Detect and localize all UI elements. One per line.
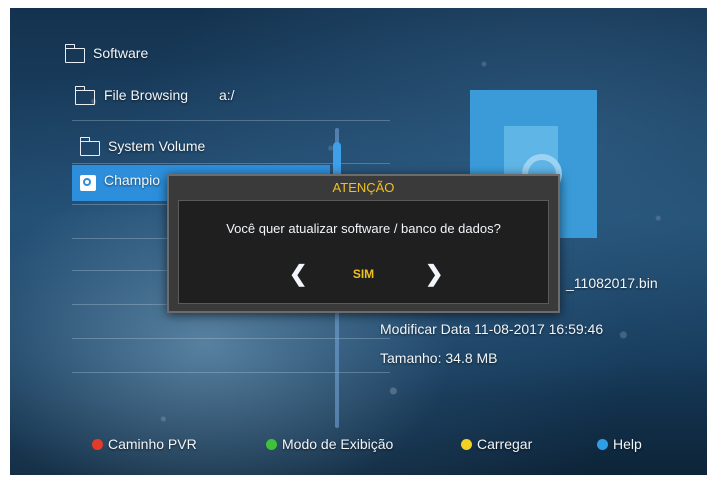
update-confirm-dialog: ATENÇÃO Você quer atualizar software / b…: [167, 174, 560, 313]
folder-icon: [79, 137, 100, 156]
folder-icon: [74, 86, 95, 105]
dialog-message: Você quer atualizar software / banco de …: [226, 221, 501, 236]
yellow-button-icon: [461, 439, 472, 450]
option-sim-button[interactable]: SIM: [179, 267, 548, 281]
footer-caminho-pvr[interactable]: Caminho PVR: [108, 436, 197, 452]
file-item-champio[interactable]: Champio: [104, 172, 160, 188]
size-label: Tamanho: [380, 350, 438, 366]
modified-value: 11-08-2017 16:59:46: [474, 321, 604, 337]
dialog-title: ATENÇÃO: [332, 180, 395, 195]
footer-modo-exibicao[interactable]: Modo de Exibição: [282, 436, 393, 452]
current-path: a:/: [219, 87, 235, 103]
file-name: _11082017.bin: [566, 275, 658, 291]
red-button-icon: [92, 439, 103, 450]
dialog-body: Você quer atualizar software / banco de …: [178, 200, 549, 304]
root-folder-label[interactable]: Software: [93, 45, 148, 61]
divider: [72, 163, 390, 164]
modified-label: Modificar Data: [380, 321, 471, 337]
disc-icon: [80, 175, 96, 191]
green-button-icon: [266, 439, 277, 450]
folder-icon: [64, 44, 85, 63]
divider: [72, 372, 390, 373]
current-folder-label: File Browsing: [104, 87, 189, 103]
divider: [72, 120, 390, 121]
blue-button-icon: [597, 439, 608, 450]
footer-help[interactable]: Help: [613, 436, 642, 452]
tv-screen: Software File Browsing a:/ System Volume…: [10, 8, 707, 475]
divider: [72, 338, 390, 339]
size-value: 34.8 MB: [445, 350, 498, 366]
option-right-arrow-icon[interactable]: ❯: [425, 261, 443, 287]
footer-carregar[interactable]: Carregar: [477, 436, 532, 452]
file-size: Tamanho: 34.8 MB: [380, 350, 498, 366]
file-item-system-volume[interactable]: System Volume: [108, 138, 205, 154]
modified-date: Modificar Data 11-08-2017 16:59:46: [380, 321, 603, 337]
